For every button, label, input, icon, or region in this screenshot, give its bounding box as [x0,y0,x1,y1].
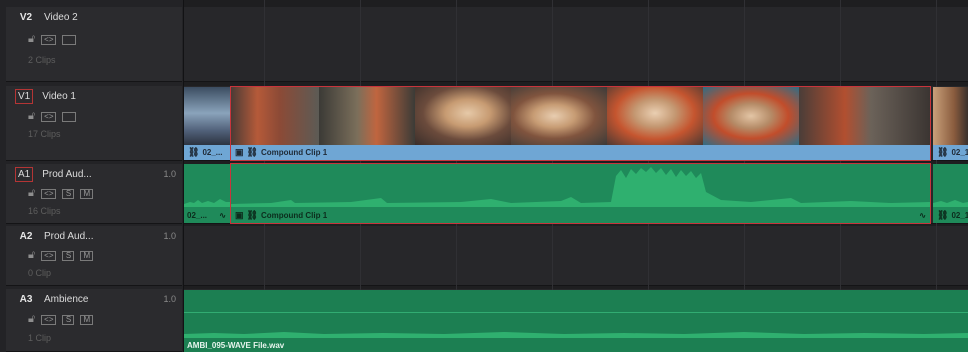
track-id[interactable]: A2 [17,230,35,243]
lock-icon[interactable]: 🔓︎ [28,34,35,45]
link-icon: ⛓︎ [937,147,949,157]
clip-name: 02_1 [951,148,968,157]
track-header-v2[interactable]: V2 Video 2 🔓︎ <> 2 Clips [6,7,182,82]
clip-name: Compound Clip 1 [260,210,328,220]
clip-label-bar: ▣ ⛓︎ Compound Clip 1 [231,145,930,160]
mute-button[interactable]: M [80,188,94,199]
clip-name: Compound Clip 1 [260,148,328,157]
lane-a2[interactable] [184,226,968,286]
thumbnail [511,87,607,145]
auto-select-icon[interactable]: <> [41,250,57,261]
auto-select-icon[interactable]: <> [41,34,57,45]
auto-select-icon[interactable]: <> [41,111,57,122]
thumbnail [319,87,415,145]
track-volume: 1.0 [163,294,176,304]
track-name[interactable]: Prod Aud... [44,231,163,242]
clip-name: 02_... [187,210,208,220]
waveform [933,200,968,207]
thumbnail [607,87,703,145]
track-header-a2[interactable]: A2 Prod Aud... 1.0 🔓︎ <> S M 0 Clip [6,226,182,286]
clip-label-bar: AMBI_095-WAVE File.wav [184,338,968,352]
timeline-editor: V2 Video 2 🔓︎ <> 2 Clips V1 Video 1 🔓︎ <… [0,0,968,352]
lock-icon[interactable]: 🔓︎ [28,188,35,199]
clip-thumbnails [184,87,230,145]
fade-icon: ∿ [919,210,926,220]
lock-icon[interactable]: 🔓︎ [28,111,35,122]
clip-count: 1 Clip [28,333,52,343]
track-id: V2 [19,11,33,23]
waveform [231,167,930,207]
lane-v2[interactable] [184,7,968,82]
thumbnail [231,87,319,145]
track-id[interactable]: V1 [15,88,34,104]
clip-count: 2 Clips [28,55,56,65]
thumbnail [184,87,230,145]
thumbnail [415,87,511,145]
compound-icon: ▣ [235,209,244,220]
track-id[interactable]: A3 [17,293,35,306]
lock-icon[interactable]: 🔓︎ [28,314,35,325]
video-clip[interactable]: ⛓︎ 02_1 [933,87,968,160]
link-icon: ⛓︎ [188,147,200,157]
waveform [184,332,968,338]
audio-clip-ambience[interactable]: AMBI_095-WAVE File.wav [184,290,968,352]
track-volume: 1.0 [163,169,176,179]
solo-button[interactable]: S [62,188,75,199]
track-enable-icon[interactable] [62,111,77,122]
compound-icon: ▣ [235,147,244,157]
clip-thumbnails [231,87,930,145]
clip-count: 0 Clip [28,268,52,278]
link-icon: ⛓︎ [937,209,949,220]
clip-name: 02_1 [951,210,968,220]
clip-count: 16 Clips [28,206,61,216]
track-name[interactable]: Prod Aud... [42,169,163,180]
clip-label-bar: ⛓︎ 02_1 [933,207,968,223]
thumbnail [703,87,799,145]
solo-button[interactable]: S [62,314,75,325]
track-header-a3[interactable]: A3 Ambience 1.0 🔓︎ <> S M 1 Clip [6,289,182,352]
clip-label-bar: 02_... ∿ [184,207,230,223]
audio-clip[interactable]: ⛓︎ 02_1 [933,164,968,223]
mute-button[interactable]: M [80,250,94,261]
clip-thumbnails [933,87,968,145]
track-header-v1[interactable]: V1 Video 1 🔓︎ <> 17 Clips [6,86,182,161]
track-enable-icon[interactable] [62,34,77,45]
compound-clip-audio[interactable]: ▣ ⛓︎ Compound Clip 1 ∿ [231,164,930,223]
track-header-a1[interactable]: A1 Prod Aud... 1.0 🔓︎ <> S M 16 Clips [6,164,182,224]
clip-name: 02_... [202,148,223,157]
audio-clip[interactable]: 02_... ∿ [184,164,230,223]
clip-name: AMBI_095-WAVE File.wav [187,340,285,350]
clip-label-bar: ▣ ⛓︎ Compound Clip 1 ∿ [231,207,930,223]
track-name[interactable]: Ambience [44,294,163,305]
video-clip[interactable]: ⛓︎ 02_... [184,87,230,160]
clip-label-bar: ⛓︎ 02_... [184,145,230,160]
fade-icon: ∿ [219,210,226,220]
link-icon: ⛓︎ [246,209,258,220]
link-icon: ⛓︎ [246,147,258,157]
waveform [184,199,230,207]
auto-select-icon[interactable]: <> [41,188,57,199]
track-name[interactable]: Video 2 [44,12,182,23]
auto-select-icon[interactable]: <> [41,314,57,325]
mute-button[interactable]: M [80,314,94,325]
compound-clip-video[interactable]: ▣ ⛓︎ Compound Clip 1 [231,87,930,160]
track-name[interactable]: Video 1 [42,91,182,102]
thumbnail [799,87,930,145]
lock-icon[interactable]: 🔓︎ [28,250,35,261]
track-volume: 1.0 [163,231,176,241]
track-headers-panel: V2 Video 2 🔓︎ <> 2 Clips V1 Video 1 🔓︎ <… [0,0,184,352]
track-id[interactable]: A1 [15,166,34,182]
timeline-lanes[interactable]: ⛓︎ 02_... ▣ ⛓︎ Compound Clip 1 ⛓︎ 02_1 0… [184,0,968,352]
clip-count: 17 Clips [28,129,61,139]
thumbnail [933,87,968,145]
clip-label-bar: ⛓︎ 02_1 [933,145,968,160]
solo-button[interactable]: S [62,250,75,261]
